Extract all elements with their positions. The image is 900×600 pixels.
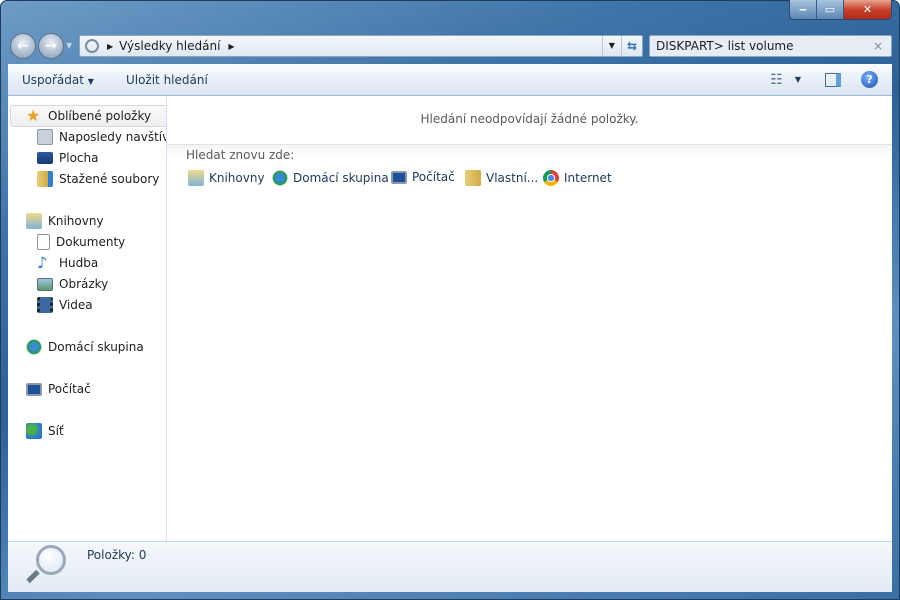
location-label: Domácí skupina [293,171,389,185]
sidebar-item-label: Oblíbené položky [48,109,152,123]
sidebar-item-pictures[interactable]: Obrázky [37,274,108,294]
window-controls: ‒ ▭ ✕ [789,0,892,20]
search-again-libraries[interactable]: Knihovny [188,170,265,186]
videos-icon [37,297,53,313]
homegroup-icon [272,170,288,186]
libraries-icon [26,213,42,229]
search-again-computer[interactable]: Počítač [391,170,455,184]
star-icon: ★ [26,106,41,125]
search-box[interactable]: DISKPART> list volume × [649,35,892,57]
documents-icon [37,234,50,250]
magnifier-handle [26,569,40,584]
address-bar[interactable]: ▶ Výsledky hledání ▶ ▼ ⇆ [79,35,643,57]
network-icon [26,423,42,439]
pictures-icon [37,277,53,291]
breadcrumb-arrow-icon[interactable]: ▶ [228,42,234,51]
sidebar-item-label: Dokumenty [56,235,126,249]
item-count: Položky: 0 [87,548,147,562]
sidebar-item-network[interactable]: Síť [26,421,64,441]
breadcrumb-arrow-icon: ▶ [107,41,114,51]
sidebar-item-libraries[interactable]: Knihovny [26,211,104,231]
save-search-button[interactable]: Uložit hledání [112,73,222,87]
sidebar-item-label: Hudba [59,256,99,270]
sidebar-item-desktop[interactable]: Plocha [37,148,98,168]
sidebar-item-downloads[interactable]: Stažené soubory [37,169,159,189]
sidebar-item-homegroup[interactable]: Domácí skupina [26,337,144,357]
libraries-icon [188,170,204,186]
recent-places-icon [37,129,53,145]
sidebar-item-label: Knihovny [48,214,104,228]
sidebar-item-label: Domácí skupina [48,340,144,354]
computer-icon [391,170,407,184]
organize-button[interactable]: Uspořádat ▼ [8,73,108,87]
close-button[interactable]: ✕ [844,0,891,19]
view-options-icon[interactable]: ☷ [770,72,783,88]
homegroup-icon [26,339,42,355]
navigation-pane: ★ Oblíbené položky Naposledy navštívené P… [8,96,167,541]
sidebar-item-videos[interactable]: Videa [37,295,93,315]
sidebar-item-label: Plocha [59,151,99,165]
refresh-icon[interactable]: ⇆ [620,36,642,56]
sidebar-item-music[interactable]: ♪ Hudba [37,253,98,273]
magnifier-icon [36,545,66,575]
sidebar-item-favorites[interactable]: ★ Oblíbené položky [26,106,151,126]
sidebar-item-label: Stažené soubory [59,172,160,186]
search-icon [85,39,99,53]
search-again-homegroup[interactable]: Domácí skupina [272,170,389,186]
location-label: Počítač [412,170,455,184]
maximize-button[interactable]: ▭ [817,0,844,19]
location-label: Knihovny [209,171,265,185]
search-input[interactable]: DISKPART> list volume [656,39,865,53]
location-label: Vlastní... [486,171,539,185]
help-icon[interactable]: ? [861,71,878,88]
sidebar-item-label: Videa [59,298,93,312]
command-bar: Uspořádat ▼ Uložit hledání ☷ ▼ ? [8,64,892,96]
custom-folder-icon [465,170,481,186]
search-again-label: Hledat znovu zde: [186,148,295,162]
breadcrumb-search-results[interactable]: Výsledky hledání [119,39,220,53]
sidebar-item-label: Počítač [48,382,91,396]
view-dropdown-icon[interactable]: ▼ [795,75,801,84]
search-again-internet[interactable]: Internet [543,170,612,186]
location-label: Internet [564,171,612,185]
sidebar-item-documents[interactable]: Dokumenty [37,232,125,252]
desktop-icon [37,152,53,164]
computer-icon [26,382,42,396]
sidebar-item-label: Síť [48,424,64,438]
results-pane: Hledání neodpovídají žádné položky. Hled… [167,96,892,541]
address-dropdown-icon[interactable]: ▼ [601,36,621,56]
sidebar-item-label: Obrázky [59,277,109,291]
back-button[interactable]: ← [10,33,36,59]
organize-label: Uspořádat [22,72,84,87]
chrome-icon [543,170,559,186]
sidebar-item-recent-places[interactable]: Naposledy navštívené [37,127,166,147]
music-icon: ♪ [37,253,48,272]
search-again-custom[interactable]: Vlastní... [465,170,538,186]
empty-results-message: Hledání neodpovídají žádné položky. [420,112,639,126]
forward-button[interactable]: → [38,33,64,59]
preview-pane-icon[interactable] [825,72,841,87]
recent-pages-dropdown[interactable]: ▼ [66,41,72,50]
details-pane: Položky: 0 [8,541,892,592]
sidebar-item-computer[interactable]: Počítač [26,379,91,399]
minimize-button[interactable]: ‒ [790,0,817,19]
downloads-icon [37,171,53,187]
clear-search-icon[interactable]: × [865,39,891,53]
sidebar-item-label: Naposledy navštívené [59,130,166,144]
